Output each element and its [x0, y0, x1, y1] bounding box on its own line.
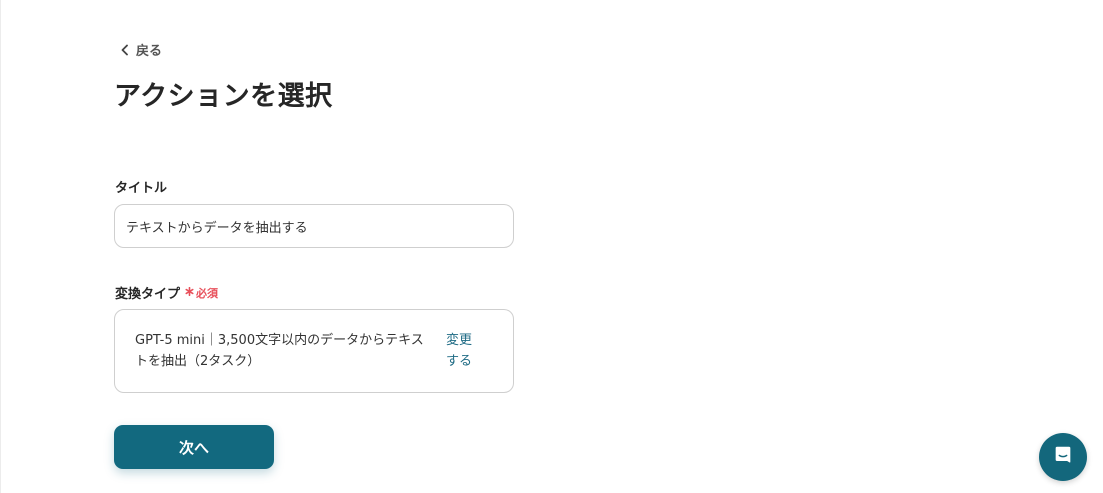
chat-button[interactable] [1039, 433, 1087, 481]
back-link[interactable]: 戻る [120, 40, 162, 59]
page: 戻る アクションを選択 タイトル 変換タイプ 必須 GPT-5 mini｜3,5… [0, 0, 1103, 493]
change-type-link[interactable]: 変更する [446, 330, 482, 372]
page-title: アクションを選択 [114, 81, 333, 112]
required-label: 必須 [196, 286, 219, 300]
type-field-label-text: 変換タイプ [115, 287, 181, 302]
back-label: 戻る [136, 44, 163, 59]
title-field-label-text: タイトル [115, 181, 168, 196]
required-badge: 必須 [185, 285, 218, 301]
chat-icon [1052, 444, 1074, 470]
conversion-type-box: GPT-5 mini｜3,500文字以内のデータからテキストを抽出（2タスク） … [114, 309, 514, 393]
next-button[interactable]: 次へ [114, 425, 274, 469]
conversion-type-value: GPT-5 mini｜3,500文字以内のデータからテキストを抽出（2タスク） [135, 333, 424, 369]
asterisk-icon [185, 286, 194, 299]
title-input[interactable] [114, 204, 514, 248]
chevron-left-icon [120, 44, 130, 56]
type-field-label: 変換タイプ 必須 [115, 283, 218, 303]
title-field-label: タイトル [115, 177, 167, 196]
